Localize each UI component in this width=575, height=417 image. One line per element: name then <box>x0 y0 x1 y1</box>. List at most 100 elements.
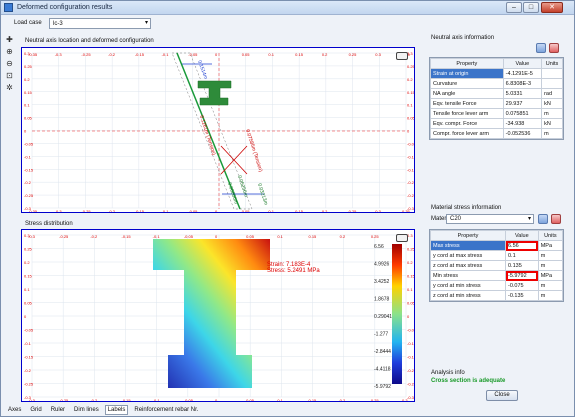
tick-label-y: 0 <box>407 314 410 319</box>
copy-icon[interactable] <box>538 214 548 224</box>
tick-label-x: 0.3 <box>402 398 408 402</box>
table-row[interactable]: Tensile force lever arm 0.075851 m <box>430 108 563 119</box>
zoom-out-icon[interactable]: ⊖ <box>5 59 14 68</box>
table-cell: Tensile force lever arm <box>430 108 504 119</box>
zoom-in-icon[interactable]: ⊕ <box>5 47 14 56</box>
dim-label-3: 0.07585m (Tension) <box>244 129 263 173</box>
table-row[interactable]: Eqv. tensile Force 29.937 kN <box>430 98 563 109</box>
table-cell: 5.0331 <box>502 88 543 99</box>
tick-label-x: 0 <box>215 398 218 402</box>
tick-label-x: -0.3 <box>28 234 36 239</box>
table-row[interactable]: NA angle 5.0331 rad <box>430 88 563 99</box>
chevron-down-icon: ▾ <box>144 20 148 26</box>
display-toggle-ruler[interactable]: Ruler <box>48 405 68 415</box>
zoom-extents-icon[interactable]: ✲ <box>5 83 14 92</box>
table-cell: MPa <box>537 270 564 281</box>
tick-label-x: -0.2 <box>108 209 116 213</box>
tick-label-x: -0.15 <box>135 209 145 213</box>
table-cell: 29.937 <box>502 98 543 109</box>
tick-label-y: 0.1 <box>407 287 413 292</box>
display-toggle-reinforcement-rebar-nr-[interactable]: Reinforcement rebar Nr. <box>131 405 201 415</box>
table-cell: Curvature <box>430 78 504 89</box>
scale-label: 4.9926 <box>374 262 390 268</box>
copy-icon[interactable] <box>536 43 546 53</box>
tick-label-x: 0.25 <box>349 209 358 213</box>
camera-icon[interactable] <box>396 234 408 242</box>
table-cell: z cord at max stress <box>430 260 506 271</box>
tick-label-y: -0.25 <box>407 193 415 198</box>
table-row[interactable]: Compr. force lever arm -0.052536 m <box>430 128 563 139</box>
tick-label-y: -0.15 <box>407 167 415 172</box>
loadcase-dropdown[interactable]: lc-3 ▾ <box>49 18 151 29</box>
material-group-label: Material stress information <box>431 205 502 211</box>
table-row[interactable]: y cord at min stress -0.075 m <box>430 280 564 291</box>
tick-label-y: 0.25 <box>407 64 415 69</box>
tick-label-x: 0.3 <box>375 209 381 213</box>
tick-label-x: -0.25 <box>59 234 69 239</box>
material-stress-table: Property Value Units Max stress 6.56 MPa y cor… <box>429 229 564 302</box>
table-cell: NA angle <box>430 88 504 99</box>
tick-label-x: -0.05 <box>188 209 198 213</box>
neutral-axis-plot[interactable]: 0.3 0.3 0.25 0.25 0.2 0.2 0.15 0.15 0.1 0.1 0.05 0.… <box>21 47 415 213</box>
display-toggle-grid[interactable]: Grid <box>27 405 44 415</box>
analysis-message: Cross section is adequate <box>431 378 506 384</box>
tick-label-x: 0.2 <box>322 52 328 57</box>
camera-icon[interactable] <box>396 52 408 60</box>
tick-label-x: 0.35 <box>402 209 411 213</box>
tick-label-x: -0.25 <box>59 398 69 402</box>
table-row[interactable]: y cord at max stress 0.1 m <box>430 250 564 261</box>
table-cell: Eqv. tensile Force <box>430 98 504 109</box>
tick-label-y: -0.1 <box>407 154 415 159</box>
tick-label-y: 0.1 <box>24 103 30 108</box>
table-row[interactable]: z cord at min stress -0.135 m <box>430 290 564 301</box>
tick-label-x: -0.25 <box>81 52 91 57</box>
tick-label-y: 0.25 <box>24 247 33 252</box>
scale-label: 3.4252 <box>374 279 390 285</box>
table-row[interactable]: Max stress 6.56 MPa <box>430 240 564 251</box>
tick-label-x: -0.15 <box>135 52 145 57</box>
tick-label-y: 0.1 <box>407 103 413 108</box>
tick-label-y: -0.1 <box>407 341 415 346</box>
table-cell: y cord at max stress <box>430 250 506 261</box>
tick-label-y: -0.05 <box>24 328 34 333</box>
tick-label-y: -0.15 <box>407 355 415 360</box>
loadcase-label: Load case <box>14 20 42 26</box>
table-row[interactable]: Min stress -5.9792 MPa <box>430 270 564 281</box>
table-cell: m <box>537 290 564 301</box>
pan-icon[interactable]: ✚ <box>5 35 14 44</box>
tick-label-y: -0.15 <box>24 355 34 360</box>
display-toggle-labels[interactable]: Labels <box>104 405 129 415</box>
tick-label-y: -0.2 <box>407 368 415 373</box>
tick-label-x: 0.2 <box>340 398 346 402</box>
export-icon[interactable] <box>549 43 559 53</box>
tick-label-y: 0.25 <box>24 64 33 69</box>
stress-tooltip: Strain: 7.183E-4 Stress: 5.2491 MPa <box>267 262 320 274</box>
table-cell: m <box>537 250 564 261</box>
stress-distribution-plot[interactable]: 0.3 0.3 0.25 0.25 0.2 0.2 0.15 0.15 0.1 0.1 0.05 0.… <box>21 229 415 402</box>
tick-label-y: 0 <box>24 129 27 134</box>
display-toggle-dim-lines[interactable]: Dim lines <box>71 405 102 415</box>
minimize-button[interactable]: – <box>506 2 522 13</box>
plot-toolbar: ✚ ⊕ ⊖ ⊡ ✲ <box>5 35 15 95</box>
display-options-bar: Axes Grid Ruler Dim lines Labels Reinforcemen… <box>5 405 201 415</box>
table-row[interactable]: z cord at max stress 0.135 m <box>430 260 564 271</box>
neutral-axis-group-label: Neutral axis information <box>431 35 495 41</box>
stress-colormap-section <box>153 239 270 388</box>
table-cell: Strain at origin <box>430 68 504 79</box>
table-row[interactable]: Eqv. compr. Force -34.938 kN <box>430 118 563 129</box>
table-cell: 6.56 <box>505 240 539 251</box>
maximize-button[interactable]: □ <box>523 2 539 13</box>
close-button[interactable]: Close <box>486 390 518 401</box>
table-cell: 0.135 <box>505 260 539 271</box>
column-header: Property <box>430 58 504 69</box>
zoom-window-icon[interactable]: ⊡ <box>5 71 14 80</box>
close-window-button[interactable]: ✕ <box>541 2 563 13</box>
display-toggle-axes[interactable]: Axes <box>5 405 24 415</box>
table-row[interactable]: Curvature 6.8308E-3 <box>430 78 563 89</box>
column-header: Property <box>430 230 506 241</box>
material-dropdown[interactable]: C20 ▾ <box>446 214 534 224</box>
scale-label: -4.4118 <box>374 367 391 373</box>
export-icon[interactable] <box>551 214 561 224</box>
table-row[interactable]: Strain at origin -4.1291E-5 <box>430 68 563 79</box>
table-cell: kN <box>541 118 563 129</box>
